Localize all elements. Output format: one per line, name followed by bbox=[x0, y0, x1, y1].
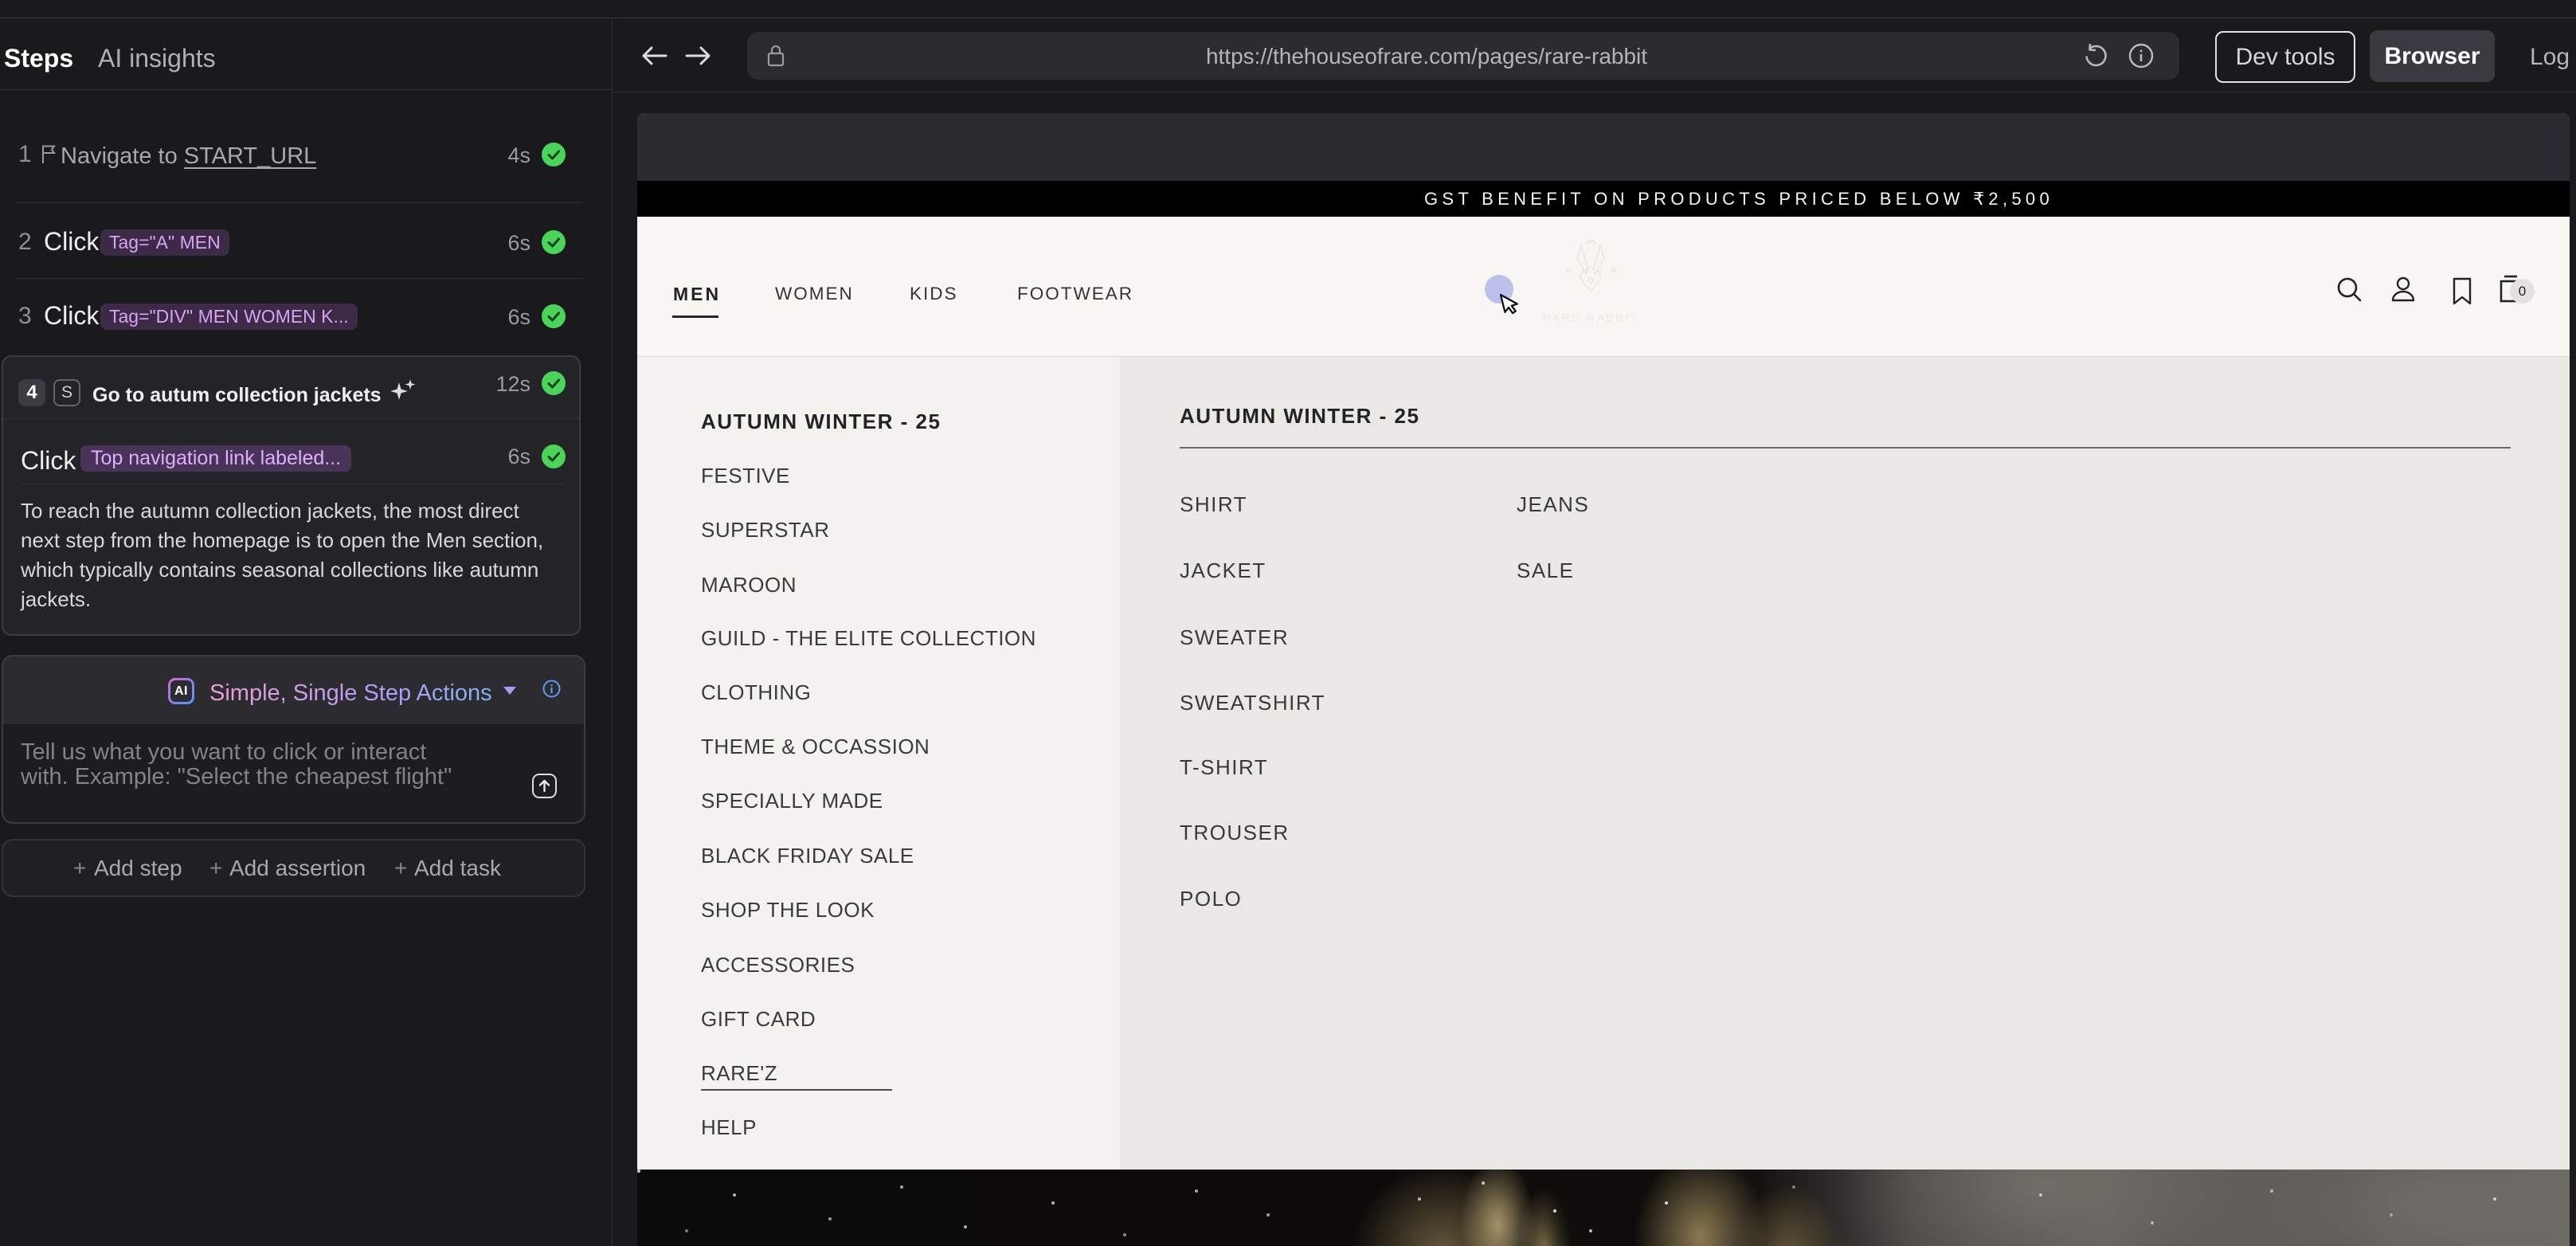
svg-text:R: R bbox=[1611, 267, 1617, 276]
svg-text:R: R bbox=[1566, 267, 1572, 276]
